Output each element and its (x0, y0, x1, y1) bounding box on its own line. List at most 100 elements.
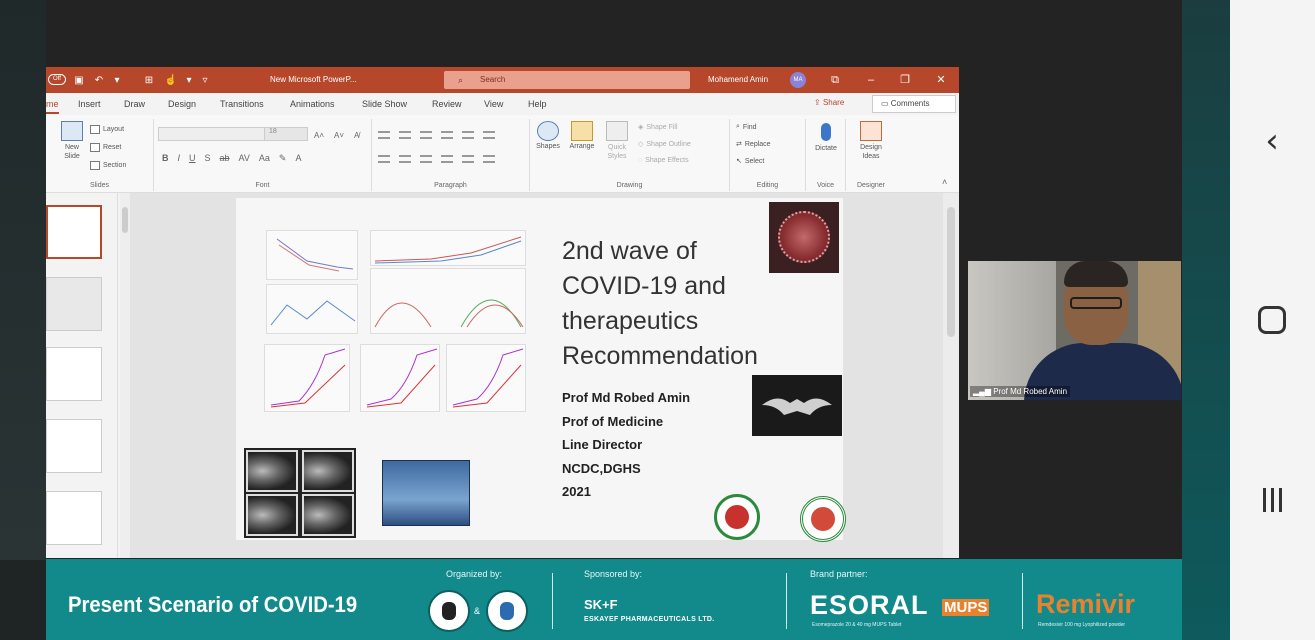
recent-apps-icon[interactable] (1248, 476, 1296, 524)
user-name[interactable]: Mohamend Amin (708, 75, 768, 84)
collapse-ribbon-icon[interactable]: ˄ (942, 177, 947, 187)
current-slide[interactable]: 2nd wave of COVID-19 and therapeutics Re… (236, 198, 846, 542)
grow-font-icon[interactable]: A˄ (314, 131, 324, 140)
slide-thumbnail[interactable] (46, 419, 102, 473)
line-spacing-icon[interactable] (462, 131, 474, 139)
new-slide-button[interactable]: New Slide (58, 121, 86, 161)
undo-icon[interactable]: ↶ (92, 73, 106, 87)
replace-label: Replace (744, 140, 771, 148)
present-icon[interactable]: ⊞ (142, 73, 156, 87)
comments-button[interactable]: ▭ Comments (872, 95, 956, 113)
tab-review[interactable]: Review (432, 99, 462, 109)
close-icon[interactable]: ✕ (934, 73, 948, 87)
change-case-icon[interactable]: Aa (259, 153, 270, 164)
section-icon (90, 161, 100, 170)
touch-mode-icon[interactable]: ☝ (164, 73, 178, 87)
columns-icon[interactable] (483, 131, 495, 139)
back-icon[interactable]: ‹ (1248, 117, 1296, 165)
italic-icon[interactable]: I (178, 153, 181, 164)
slide-author-block: Prof Md Robed Amin Prof of Medicine Line… (562, 386, 690, 504)
arrange-button[interactable]: Arrange (566, 121, 598, 150)
dictate-button[interactable]: Dictate (810, 123, 842, 152)
tab-slide-show[interactable]: Slide Show (362, 99, 407, 109)
video-person-glasses (1070, 297, 1122, 309)
participant-video[interactable]: ▂▄▆ Prof Md Robed Amin (968, 261, 1181, 400)
new-slide-label: New Slide (64, 144, 80, 160)
tab-help[interactable]: Help (528, 99, 547, 109)
minimize-icon[interactable]: – (864, 73, 878, 87)
bat-image (752, 375, 842, 436)
brand-remivir-tagline: Remdesivir 100 mg Lyophilized powder (1038, 622, 1126, 628)
share-button[interactable]: ⇪ Share (814, 98, 844, 107)
tab-design[interactable]: Design (168, 99, 196, 109)
home-icon[interactable] (1248, 296, 1296, 344)
decrease-indent-icon[interactable] (420, 131, 432, 139)
save-icon[interactable]: ▣ (72, 73, 86, 87)
design-ideas-button[interactable]: Design Ideas (852, 121, 890, 161)
align-left-icon[interactable] (378, 155, 390, 163)
font-color-icon[interactable]: A (295, 153, 301, 164)
customize-dropdown-icon[interactable]: ▾ (182, 73, 196, 87)
section-button[interactable]: Section (90, 161, 126, 170)
bangladesh-govt-logo (714, 494, 760, 540)
shapes-button[interactable]: Shapes (534, 121, 562, 150)
numbering-icon[interactable] (399, 131, 411, 139)
find-button[interactable]: ⌕ Find (736, 123, 757, 131)
shape-effects-button[interactable]: ◌ Shape Effects (638, 157, 689, 164)
slide-figure (370, 230, 526, 266)
highlight-icon[interactable]: ✎ (279, 153, 287, 164)
undo-dropdown-icon[interactable]: ▾ (110, 73, 124, 87)
ribbon-display-icon[interactable]: ⧉ (828, 73, 842, 87)
select-label: Select (744, 157, 765, 165)
select-icon: ↖ (736, 158, 742, 165)
bullets-icon[interactable] (378, 131, 390, 139)
ct-scan (246, 494, 298, 536)
spacing-icon[interactable]: AV (239, 153, 250, 164)
tab-draw[interactable]: Draw (124, 99, 145, 109)
quick-styles-button[interactable]: Quick Styles (602, 121, 632, 161)
shadow-icon[interactable]: S (205, 153, 211, 164)
group-label: Paragraph (434, 182, 467, 189)
dictate-label: Dictate (815, 145, 837, 152)
slide-scrollbar[interactable] (943, 193, 959, 558)
slide-figure (446, 344, 526, 412)
align-text-icon[interactable] (483, 155, 495, 163)
tab-transitions[interactable]: Transitions (220, 99, 264, 109)
text-direction-icon[interactable] (462, 155, 474, 163)
tab-view[interactable]: View (484, 99, 503, 109)
tab-home[interactable]: me (46, 99, 59, 114)
autosave-toggle[interactable]: Off (48, 74, 66, 85)
tab-animations[interactable]: Animations (290, 99, 335, 109)
more-icon[interactable]: ▿ (198, 73, 212, 87)
avatar[interactable]: MA (790, 72, 806, 88)
justify-icon[interactable] (441, 155, 453, 163)
slide-thumbnail[interactable] (46, 277, 102, 331)
underline-icon[interactable]: U (189, 153, 196, 164)
group-label: Drawing (616, 182, 643, 189)
shape-outline-button[interactable]: ◇ Shape Outline (638, 140, 691, 149)
tab-insert[interactable]: Insert (78, 99, 101, 109)
select-button[interactable]: ↖ Select (736, 157, 765, 166)
layout-button[interactable]: Layout (90, 125, 124, 134)
slide-thumbnail[interactable] (46, 347, 102, 401)
search-box[interactable]: ⌕ Search (444, 71, 690, 89)
reset-button[interactable]: Reset (90, 143, 121, 152)
clear-format-icon[interactable]: A̸ (354, 131, 359, 140)
bold-icon[interactable]: B (162, 153, 169, 164)
align-right-icon[interactable] (420, 155, 432, 163)
arrange-label: Arrange (569, 143, 595, 150)
restore-icon[interactable]: ❐ (898, 73, 912, 87)
thumbnail-scrollbar[interactable] (120, 193, 130, 558)
shape-fill-button[interactable]: ◈ Shape Fill (638, 123, 678, 132)
slide-figure (360, 344, 440, 412)
slide-thumbnail[interactable] (46, 491, 102, 545)
title-line: COVID-19 and (562, 272, 726, 300)
group-label: Designer (856, 182, 885, 189)
shrink-font-icon[interactable]: A˅ (334, 131, 344, 140)
shape-outline-label: Shape Outline (646, 140, 691, 148)
align-center-icon[interactable] (399, 155, 411, 163)
strikethrough-icon[interactable]: ab (220, 153, 230, 164)
increase-indent-icon[interactable] (441, 131, 453, 139)
slide-thumbnail[interactable] (46, 205, 102, 259)
replace-button[interactable]: ⇄ Replace (736, 140, 771, 149)
